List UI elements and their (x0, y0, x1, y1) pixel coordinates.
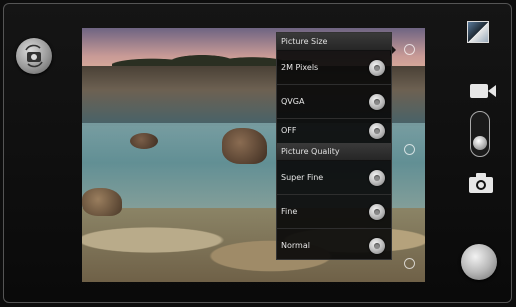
video-camera-icon[interactable] (469, 82, 497, 100)
section-header-picture-size: Picture Size (277, 33, 391, 51)
preview-rock (82, 188, 122, 216)
camera-switch-icon (25, 44, 43, 68)
settings-menu: Picture Size 2M Pixels QVGA OFF Picture … (276, 32, 392, 260)
gallery-thumbnail[interactable] (467, 21, 489, 43)
mode-toggle-knob[interactable] (473, 136, 487, 150)
radio-button[interactable] (369, 238, 385, 254)
radio-button[interactable] (369, 94, 385, 110)
option-normal[interactable]: Normal (277, 229, 391, 261)
option-off[interactable]: OFF (277, 119, 391, 143)
preview-rock (222, 128, 267, 164)
settings-indicator-icon[interactable] (404, 258, 415, 269)
shutter-button[interactable] (461, 244, 497, 280)
option-qvga[interactable]: QVGA (277, 85, 391, 119)
switch-camera-button[interactable] (16, 38, 52, 74)
radio-button[interactable] (369, 170, 385, 186)
option-label: QVGA (281, 97, 305, 106)
option-label: 2M Pixels (281, 63, 319, 72)
radio-button[interactable] (369, 60, 385, 76)
option-label: OFF (281, 126, 297, 135)
settings-indicator-icon[interactable] (404, 144, 415, 155)
option-label: Fine (281, 207, 298, 216)
mode-toggle-switch[interactable] (470, 111, 490, 157)
settings-indicator-icon[interactable] (404, 44, 415, 55)
option-2m-pixels[interactable]: 2M Pixels (277, 51, 391, 85)
option-label: Normal (281, 241, 310, 250)
preview-rock (130, 133, 158, 149)
option-fine[interactable]: Fine (277, 195, 391, 229)
option-label: Super Fine (281, 173, 324, 182)
radio-button[interactable] (369, 123, 385, 139)
section-header-picture-quality: Picture Quality (277, 143, 391, 161)
radio-button[interactable] (369, 204, 385, 220)
camera-icon[interactable] (468, 172, 494, 194)
option-super-fine[interactable]: Super Fine (277, 161, 391, 195)
